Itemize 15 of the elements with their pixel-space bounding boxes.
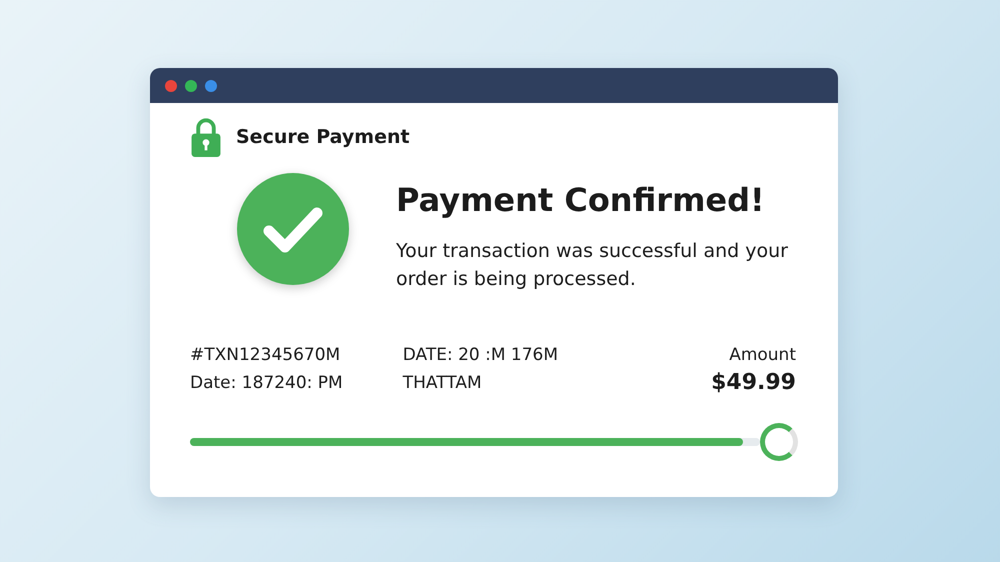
progress-handle[interactable] [760,423,798,461]
detail-text: THATTAM [402,372,482,395]
transaction-date: Date: 187240: PM [190,372,343,395]
padlock-icon [190,117,222,157]
amount-label: Amount [729,344,796,367]
transaction-id: #TXN12345670M [190,344,340,367]
window-control-dot[interactable] [205,80,217,92]
checkmark-circle-icon [237,173,349,285]
window-control-dot[interactable] [185,80,197,92]
confirmation-message: Your transaction was successful and your order is being processed. [396,239,789,292]
confirmation-title: Payment Confirmed! [396,181,766,219]
header-title: Secure Payment [236,126,410,148]
detail-text: DATE: 20 :M 176M [402,344,558,367]
amount-value: $49.99 [711,369,796,397]
window-control-dot[interactable] [165,80,177,92]
